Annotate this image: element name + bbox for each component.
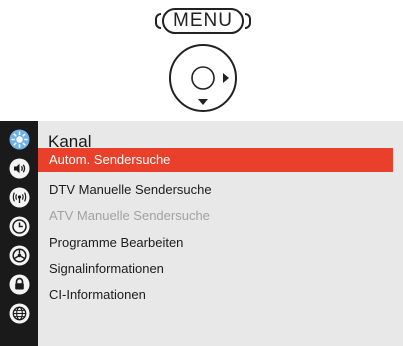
menu-item-label: Signalinformationen [49,261,164,276]
menu-item-atv-manual-search: ATV Manuelle Sendersuche [38,204,393,228]
menu-key-label: MENU [173,10,233,31]
menu-key[interactable]: MENU [155,8,251,34]
screen: MENU Kanal Autom. Sendersuche DTV Manuel… [0,0,403,346]
menu-item-label: Autom. Sendersuche [49,152,171,167]
menu-content: Kanal Autom. Sendersuche DTV Manuelle Se… [38,121,403,346]
time-icon[interactable] [9,216,30,237]
lock-icon[interactable] [9,274,30,295]
menu-item-label: ATV Manuelle Sendersuche [49,208,210,223]
menu-panel: Kanal Autom. Sendersuche DTV Manuelle Se… [0,121,403,346]
menu-item-signal-info[interactable]: Signalinformationen [38,257,393,281]
picture-icon[interactable] [9,129,30,150]
sound-icon[interactable] [9,158,30,179]
menu-sidebar [0,121,38,346]
menu-item-ci-info[interactable]: CI-Informationen [38,283,393,307]
dpad-right-down-icon[interactable] [168,43,238,113]
menu-item-dtv-manual-search[interactable]: DTV Manuelle Sendersuche [38,178,393,202]
channel-signal-icon[interactable] [9,187,30,208]
menu-item-label: Programme Bearbeiten [49,235,184,250]
network-icon[interactable] [9,303,30,324]
menu-item-label: CI-Informationen [49,287,146,302]
menu-item-label: DTV Manuelle Sendersuche [49,182,212,197]
menu-item-program-edit[interactable]: Programme Bearbeiten [38,231,393,255]
menu-item-auto-search[interactable]: Autom. Sendersuche [38,148,393,172]
settings-icon[interactable] [9,245,30,266]
